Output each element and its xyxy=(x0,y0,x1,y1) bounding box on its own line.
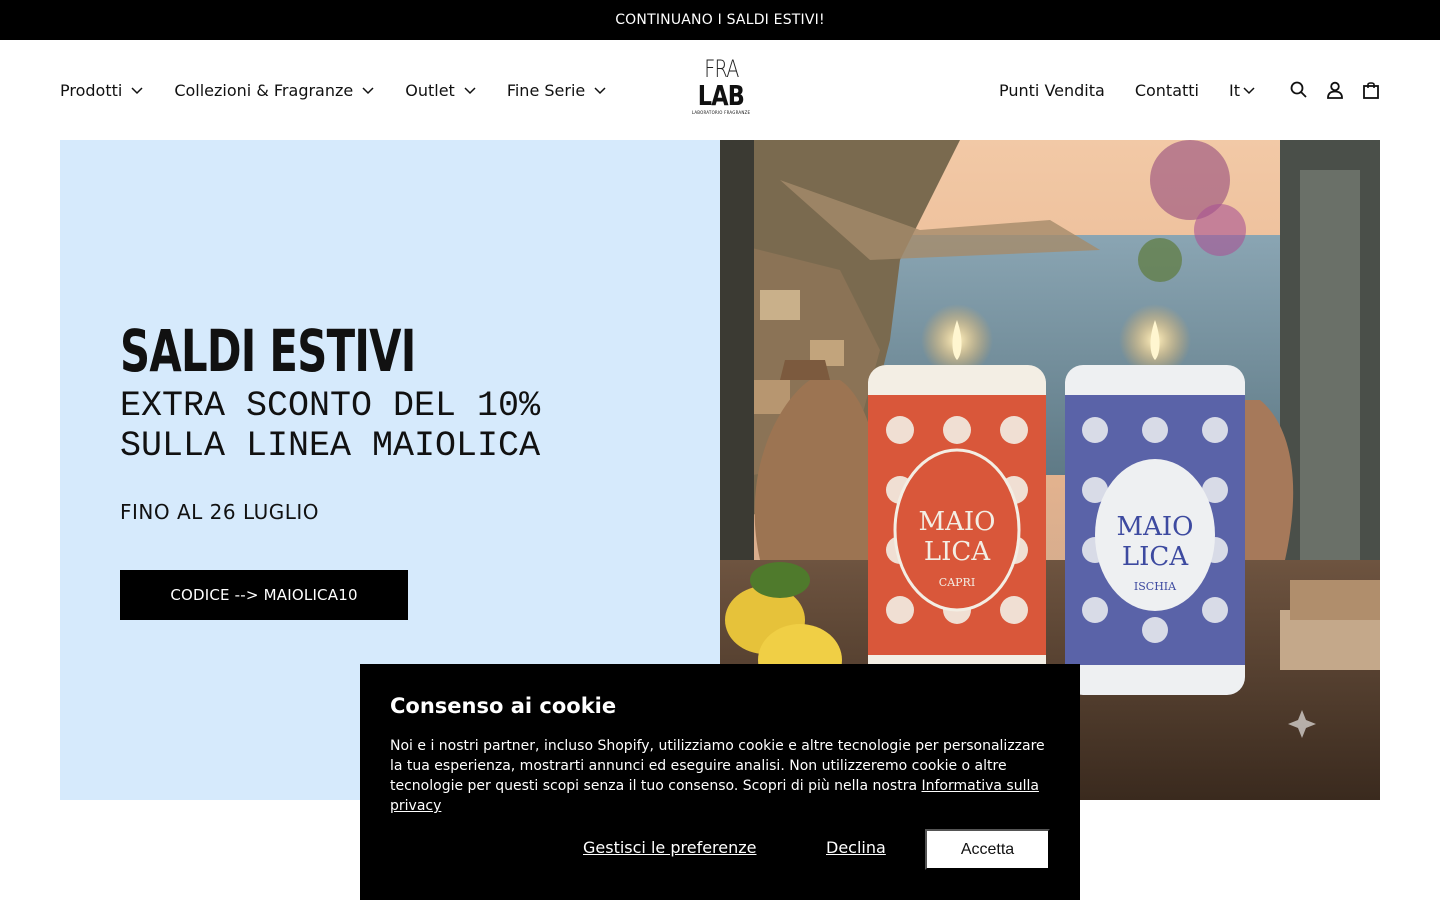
candle-right-label1: MAIO xyxy=(1117,512,1194,542)
search-icon[interactable] xyxy=(1288,79,1310,101)
chevron-down-icon xyxy=(463,83,477,97)
nav-item-label: Prodotti xyxy=(60,80,123,100)
chevron-down-icon xyxy=(1242,83,1256,97)
nav-item-outlet[interactable]: Outlet xyxy=(405,81,477,100)
nav-item-collezioni[interactable]: Collezioni & Fragranze xyxy=(174,81,375,100)
hero-subtitle-line2: SULLA LINEA MAIOLICA xyxy=(120,426,541,466)
nav-item-label: Outlet xyxy=(405,80,455,100)
cookie-text: Noi e i nostri partner, incluso Shopify,… xyxy=(390,736,1054,816)
accept-button[interactable]: Accetta xyxy=(925,829,1050,870)
hero-subtitle-line1: EXTRA SCONTO DEL 10% xyxy=(120,386,541,426)
nav-item-prodotti[interactable]: Prodotti xyxy=(60,81,144,100)
promo-code-button[interactable]: CODICE --> MAIOLICA10 xyxy=(120,570,408,620)
manage-preferences-button[interactable]: Gestisci le preferenze xyxy=(583,838,757,857)
chevron-down-icon xyxy=(361,83,375,97)
nav-item-label: Collezioni & Fragranze xyxy=(174,80,354,100)
chevron-down-icon xyxy=(130,83,144,97)
logo[interactable]: FRA LAB LABORATORIO FRAGRANZE xyxy=(692,56,750,124)
decline-button[interactable]: Declina xyxy=(826,838,886,857)
language-selector[interactable]: It xyxy=(1229,81,1256,100)
chevron-down-icon xyxy=(593,83,607,97)
candle-right-label2: LICA xyxy=(1122,542,1189,572)
candle-left-label1: MAIO xyxy=(919,507,996,537)
hero-title: SALDI ESTIVI xyxy=(120,317,416,385)
candle-right-name: ISCHIA xyxy=(1134,580,1177,593)
account-icon[interactable] xyxy=(1324,79,1346,101)
candle-left-label2: LICA xyxy=(924,537,991,567)
language-label: It xyxy=(1229,80,1240,100)
cookie-title: Consenso ai cookie xyxy=(390,694,617,718)
hero-subtitle: EXTRA SCONTO DEL 10% SULLA LINEA MAIOLIC… xyxy=(120,386,540,466)
cookie-consent-banner: Consenso ai cookie Noi e i nostri partne… xyxy=(360,664,1080,900)
site-header: Prodotti Collezioni & Fragranze Outlet F… xyxy=(0,40,1440,140)
contacts-link[interactable]: Contatti xyxy=(1135,81,1199,100)
cart-icon[interactable] xyxy=(1360,79,1382,101)
stores-link[interactable]: Punti Vendita xyxy=(999,81,1105,100)
main-nav: Prodotti Collezioni & Fragranze Outlet F… xyxy=(60,40,607,140)
announcement-text: CONTINUANO I SALDI ESTIVI! xyxy=(615,12,825,28)
logo-line2: LAB xyxy=(697,79,745,112)
utility-nav: Punti Vendita Contatti It xyxy=(999,40,1382,140)
candle-left-name: CAPRI xyxy=(939,576,975,589)
hero-date: FINO AL 26 LUGLIO xyxy=(120,500,320,524)
nav-item-fine-serie[interactable]: Fine Serie xyxy=(507,81,607,100)
nav-item-label: Fine Serie xyxy=(506,80,586,100)
announcement-bar: CONTINUANO I SALDI ESTIVI! xyxy=(0,0,1440,40)
